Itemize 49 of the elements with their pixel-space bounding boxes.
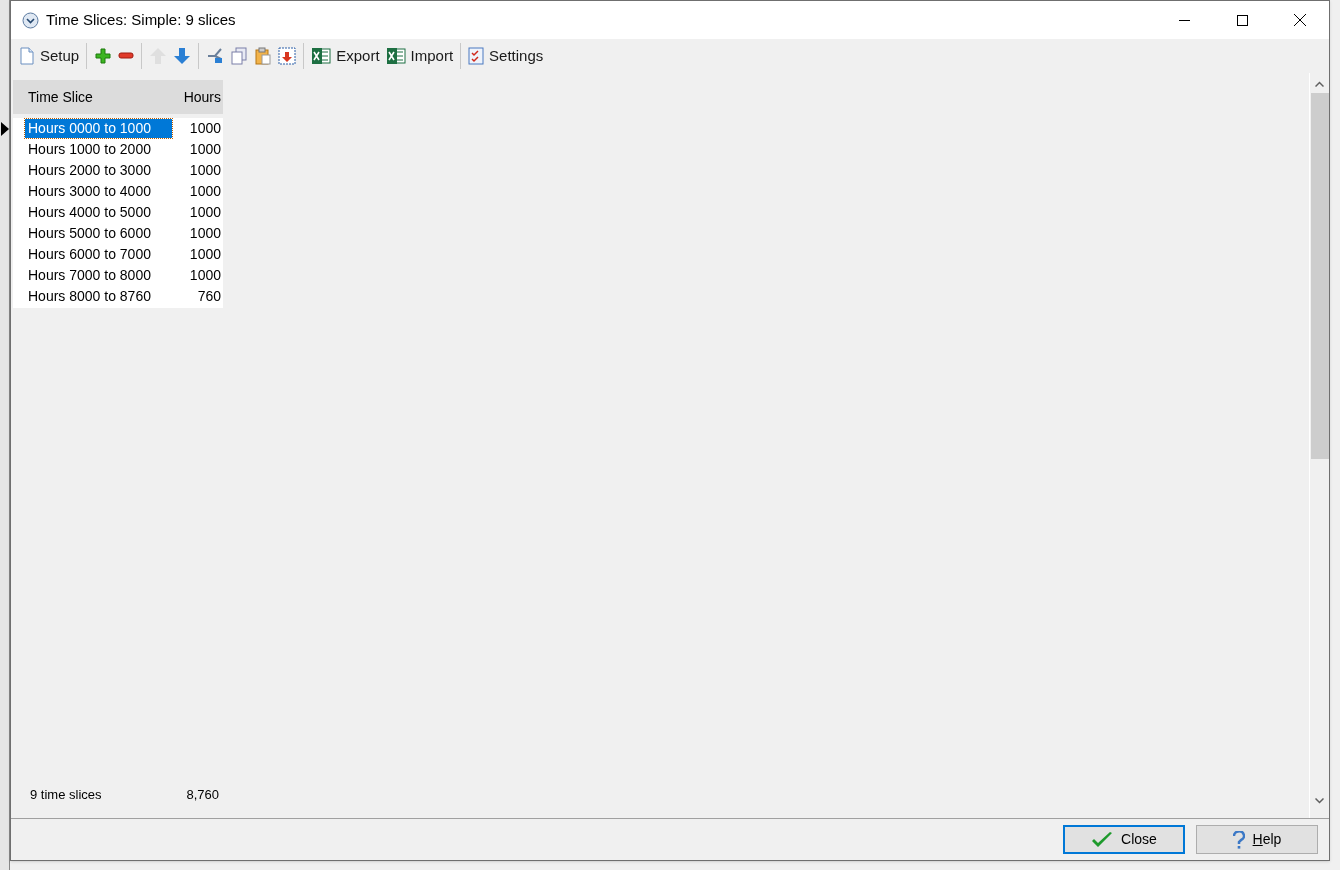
table-cell-text: 1000 [188,182,222,201]
column-header[interactable]: Hours [183,86,223,108]
total-count-label: 9 time slices [29,786,103,805]
checklist-icon [468,47,485,65]
table-cell[interactable]: Hours 3000 to 4000 [25,182,172,201]
table-cell[interactable]: Hours 1000 to 2000 [25,140,172,159]
maximize-icon [1236,14,1248,26]
minimize-icon [1178,19,1190,21]
plus-icon [94,47,113,65]
insert-icon [278,47,297,65]
copy-icon [230,47,249,65]
table-cell-text: 1000 [188,245,222,264]
table-cell[interactable]: Hours 7000 to 8000 [25,266,172,285]
table-cell[interactable]: Hours 0000 to 1000 [25,119,172,138]
down-arrow-icon [173,47,192,65]
table-cell-text: 1000 [188,224,222,243]
minus-icon [118,52,135,60]
spreadsheet-icon [311,47,332,65]
toolbar-button[interactable]: Export [308,42,383,70]
paste-icon [254,47,273,65]
table-cell[interactable]: Hours 2000 to 3000 [25,161,172,180]
table-cell[interactable]: Hours 4000 to 5000 [25,203,172,222]
scroll-up-icon [1315,81,1324,87]
table-cell-text: 760 [196,287,222,306]
table-cell-text: 1000 [188,119,222,138]
table-cell[interactable]: Hours 6000 to 7000 [25,245,172,264]
total-hours-label: 8,760 [186,786,220,805]
table-cell-text: 1000 [188,140,222,159]
close-icon [1294,14,1306,26]
scrollbar[interactable] [1309,73,1329,818]
table-cell-text: 1000 [188,203,222,222]
window-title: Time Slices: Simple: 9 slices [46,9,236,30]
toolbar-button[interactable]: Settings [465,42,547,70]
dialog-button[interactable]: Close [1063,825,1185,854]
dialog-button[interactable]: Help [1196,825,1318,854]
spreadsheet-icon [385,47,406,65]
table-cell[interactable]: Hours 8000 to 8760 [25,287,172,306]
toolbar-button[interactable]: Import [382,42,457,70]
table-cell-text: 1000 [188,266,222,285]
checkmark-icon [1091,830,1114,849]
scrollbar-thumb[interactable] [1310,93,1329,459]
toolbar-button[interactable]: Setup [16,42,83,70]
row-pointer-icon [1,121,9,136]
scroll-down-icon [1315,798,1324,804]
column-header[interactable]: Time Slice [13,86,184,108]
document-icon [19,47,35,65]
help-icon [1232,830,1245,849]
table-cell[interactable]: Hours 5000 to 6000 [25,224,172,243]
table-cell-text: 1000 [188,161,222,180]
